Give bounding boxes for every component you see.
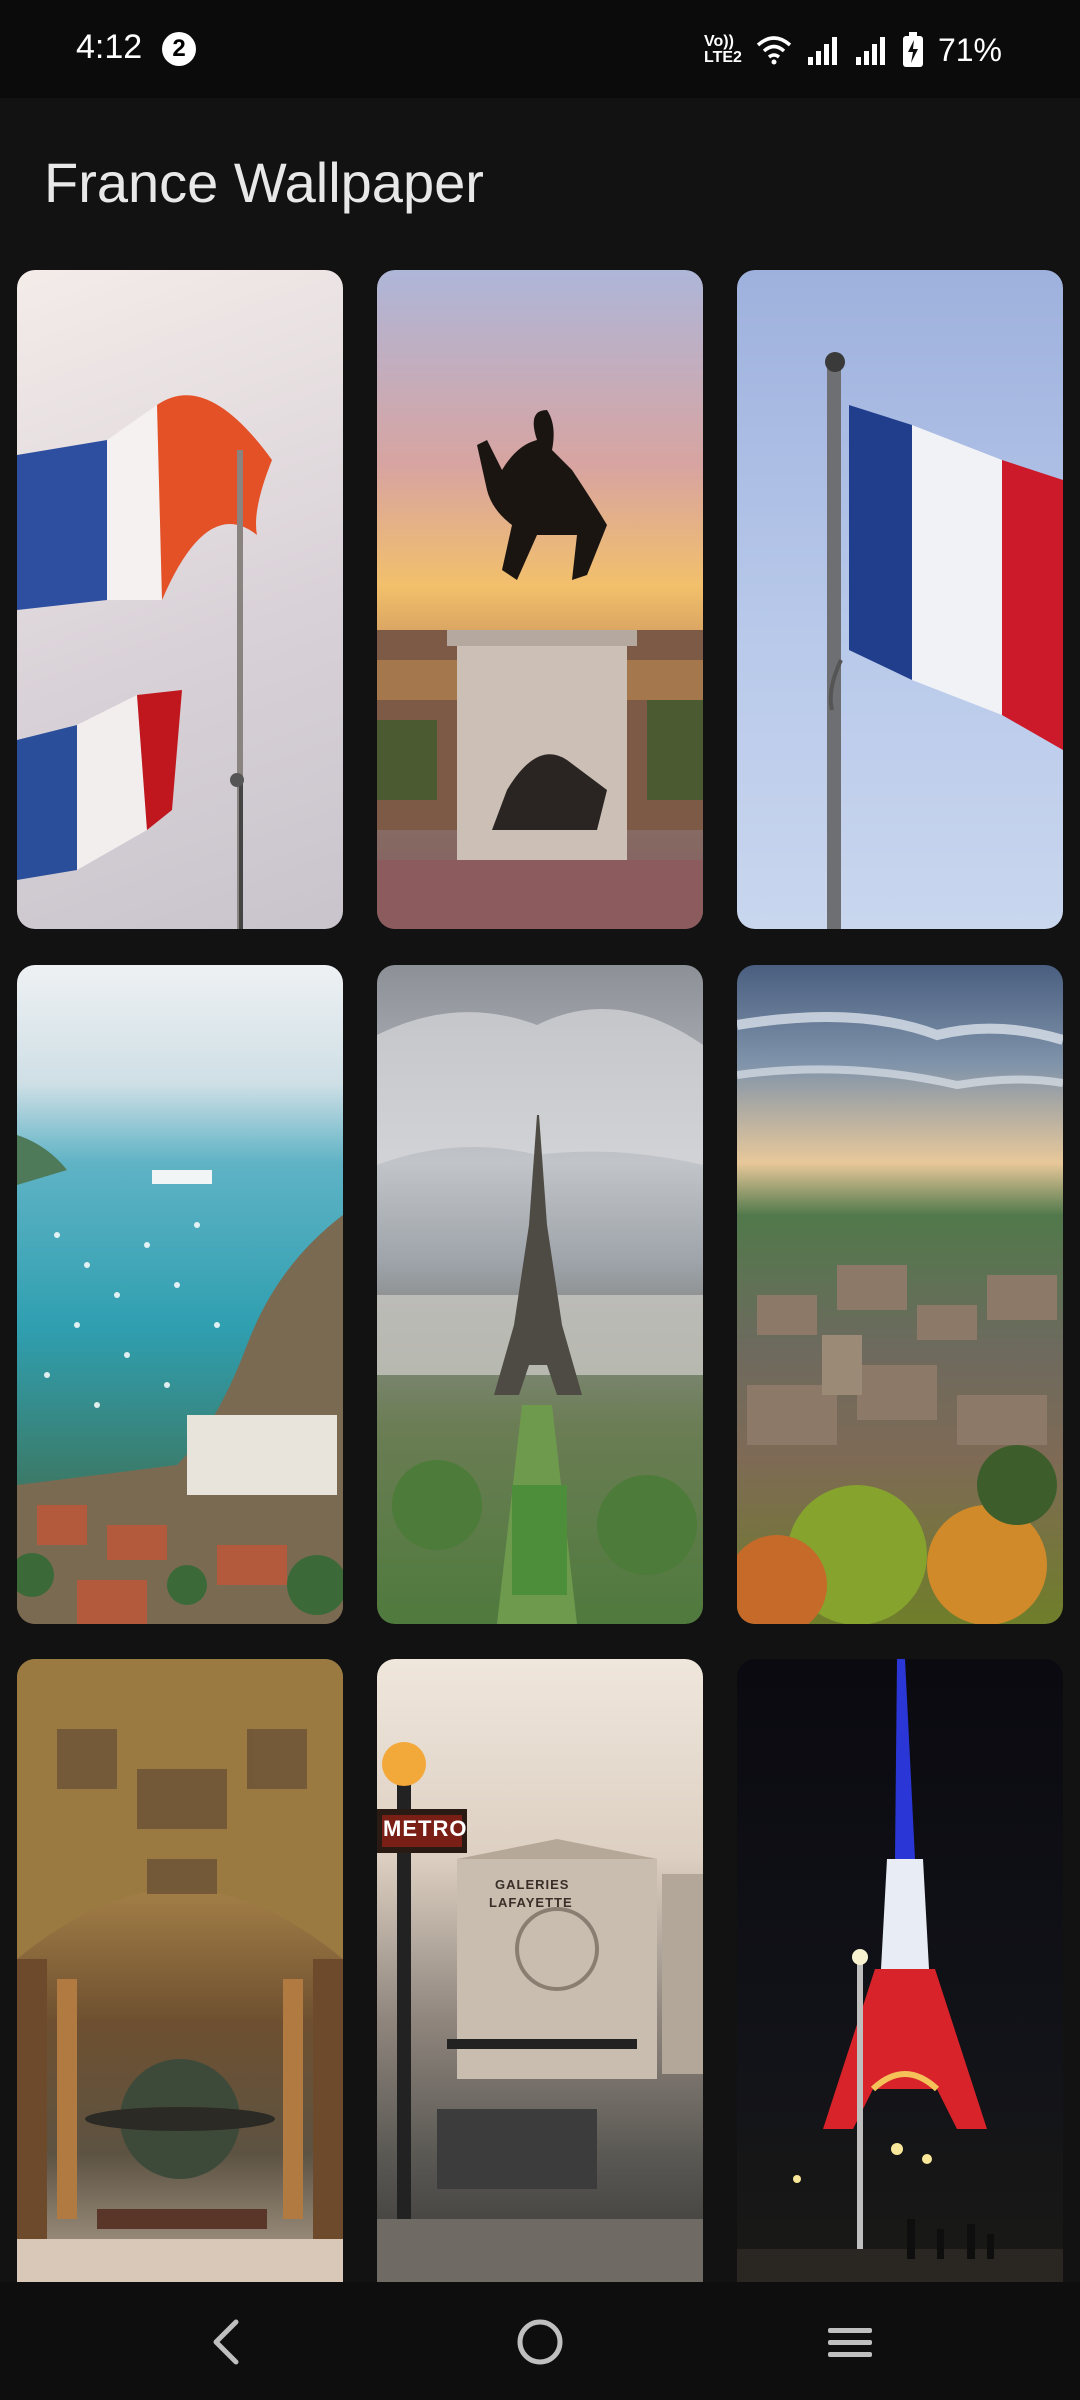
equestrian-statue-image — [377, 410, 703, 929]
status-icons: Vo)) LTE2 71% — [704, 28, 1002, 72]
status-time: 4:12 — [76, 28, 143, 66]
eiffel-tower-aerial-image — [377, 1009, 703, 1624]
wallpaper-thumb-5[interactable] — [377, 965, 703, 1624]
home-button[interactable] — [508, 2310, 572, 2374]
back-button[interactable] — [196, 2310, 260, 2374]
provence-village-image — [737, 1012, 1063, 1624]
lte-label: LTE2 — [704, 49, 742, 66]
galeries-sign-text: GALERIES — [495, 1877, 570, 1892]
wallpaper-thumb-8[interactable]: METRO GALERIES LAFAYETTE — [377, 1659, 703, 2282]
app-bar: France Wallpaper — [0, 98, 1080, 263]
signal-sim2-icon — [854, 35, 888, 65]
eiffel-tower-tricolor-image — [737, 1659, 1063, 2282]
palace-gallery-globe-image — [17, 1659, 343, 2282]
french-flag-pole-image — [825, 352, 1063, 929]
wallpaper-grid[interactable]: METRO GALERIES LAFAYETTE — [17, 270, 1063, 2282]
battery-charging-icon — [902, 32, 924, 68]
wifi-icon — [756, 35, 792, 65]
wallpaper-thumb-3[interactable] — [737, 270, 1063, 929]
wallpaper-thumb-4[interactable] — [17, 965, 343, 1624]
wallpaper-thumb-2[interactable] — [377, 270, 703, 929]
metro-sign-text: METRO — [383, 1816, 468, 1841]
back-icon — [213, 2319, 239, 2365]
wallpaper-thumb-1[interactable] — [17, 270, 343, 929]
notification-count-badge: 2 — [162, 32, 196, 66]
recents-icon — [828, 2328, 872, 2357]
home-icon — [517, 2319, 563, 2365]
wallpaper-thumb-7[interactable] — [17, 1659, 343, 2282]
volte-indicator: Vo)) LTE2 — [704, 34, 742, 66]
french-flags-image — [17, 395, 272, 929]
system-nav-bar — [0, 2282, 1080, 2400]
coastal-bay-image — [17, 1135, 343, 1624]
app-title: France Wallpaper — [44, 151, 484, 214]
status-bar: 4:12 2 Vo)) LTE2 71% — [0, 0, 1080, 98]
recents-button[interactable] — [818, 2310, 882, 2374]
wallpaper-thumb-9[interactable] — [737, 1659, 1063, 2282]
lafayette-sign-text: LAFAYETTE — [489, 1895, 573, 1910]
wallpaper-thumb-6[interactable] — [737, 965, 1063, 1624]
signal-sim1-icon — [806, 35, 840, 65]
volte-label: Vo)) — [704, 33, 734, 50]
battery-percent: 71% — [937, 31, 1002, 68]
metro-lafayette-image — [377, 1742, 703, 2282]
